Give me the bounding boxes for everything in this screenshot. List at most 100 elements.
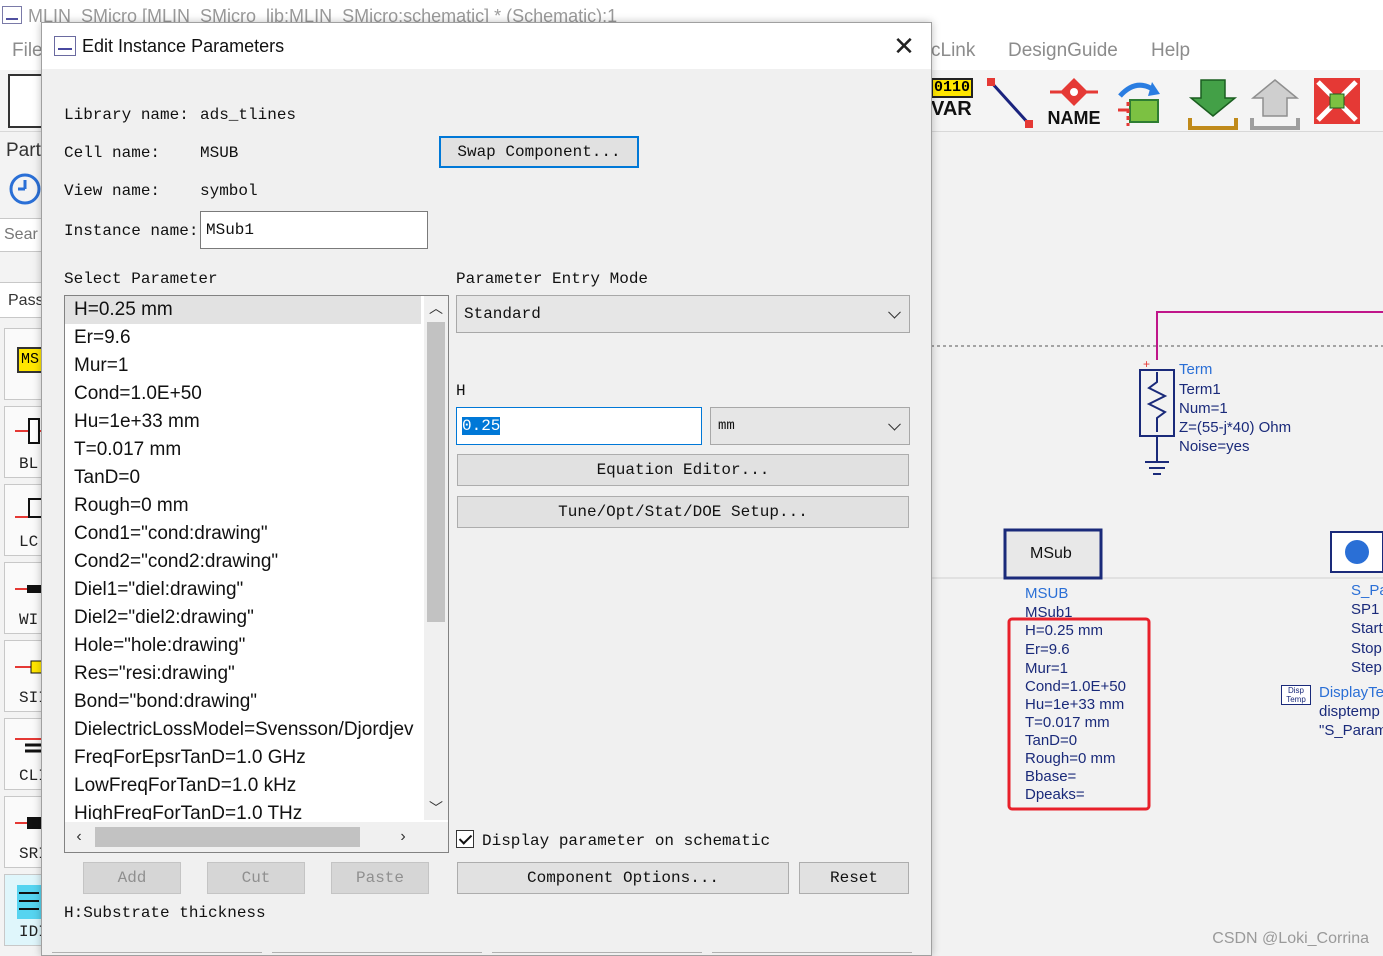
bl-palette-label: BL <box>19 455 39 473</box>
parameter-list[interactable]: H=0.25 mm Er=9.6 Mur=1 Cond=1.0E+50 Hu=1… <box>64 295 449 853</box>
cut-button[interactable]: Cut <box>207 862 305 894</box>
parameter-item[interactable]: Diel1="diel:drawing" <box>65 576 421 604</box>
term-impedance: Z=(55-j*40) Ohm <box>1179 419 1292 436</box>
parts-label: Part <box>6 140 41 161</box>
scroll-left-icon[interactable]: ‹ <box>67 822 91 852</box>
parameter-item[interactable]: HighFreqForTanD=1.0 THz <box>65 800 421 820</box>
bottom-button-edge <box>712 952 912 956</box>
msub-param: Dpeaks= <box>1025 786 1085 803</box>
palette-item-bl[interactable]: BL <box>4 406 45 478</box>
swap-component-button[interactable]: Swap Component... <box>439 136 639 168</box>
parameter-item[interactable]: Hole="hole:drawing" <box>65 632 421 660</box>
deactivate-icon[interactable] <box>1312 76 1362 128</box>
term-name: Term1 <box>1179 381 1221 398</box>
palette-item-wi[interactable]: WI <box>4 562 45 634</box>
pop-out-hierarchy-icon[interactable] <box>1248 76 1302 132</box>
parameter-item[interactable]: Er=9.6 <box>65 324 421 352</box>
msub-param: Hu=1e+33 mm <box>1025 696 1125 713</box>
parameter-item[interactable]: Res="resi:drawing" <box>65 660 421 688</box>
parameter-item[interactable]: T=0.017 mm <box>65 436 421 464</box>
new-document-icon[interactable] <box>8 74 42 128</box>
history-icon[interactable] <box>8 172 42 206</box>
msub-param: Er=9.6 <box>1025 641 1070 658</box>
parameter-item[interactable]: Rough=0 mm <box>65 492 421 520</box>
bottom-button-edge <box>52 952 262 956</box>
parameter-item[interactable]: Bond="bond:drawing" <box>65 688 421 716</box>
msub-param: Rough=0 mm <box>1025 750 1116 767</box>
menu-help[interactable]: Help <box>1151 40 1190 62</box>
parameter-item[interactable]: Mur=1 <box>65 352 421 380</box>
menu-designguide[interactable]: DesignGuide <box>1008 40 1118 62</box>
chevron-down-icon <box>888 305 901 319</box>
palette-item-msub[interactable]: MS <box>4 328 47 400</box>
add-button[interactable]: Add <box>83 862 181 894</box>
menu-file[interactable]: File <box>12 40 43 62</box>
parameter-list-vertical-scrollbar[interactable]: ︿ ﹀ <box>424 296 448 820</box>
parameter-item[interactable]: Cond2="cond2:drawing" <box>65 548 421 576</box>
select-parameter-label: Select Parameter <box>64 270 218 288</box>
instance-name-label: Instance name: <box>64 222 199 240</box>
parameter-item[interactable]: LowFreqForTanD=1.0 kHz <box>65 772 421 800</box>
sp-param: Stop <box>1351 640 1382 657</box>
var-eqn-icon[interactable]: 0110 VAR <box>931 78 973 128</box>
display-on-schematic-label: Display parameter on schematic <box>482 832 771 850</box>
paste-button[interactable]: Paste <box>331 862 429 894</box>
parameter-item[interactable]: Diel2="diel2:drawing" <box>65 604 421 632</box>
palette-item-cli[interactable]: CLI <box>4 718 48 790</box>
parameter-value-text: 0.25 <box>462 417 501 435</box>
parameter-item[interactable]: H=0.25 mm <box>65 296 421 324</box>
vertical-scroll-thumb[interactable] <box>427 322 445 622</box>
parameter-description: H:Substrate thickness <box>64 904 266 922</box>
parameter-entry-mode-select[interactable]: Standard <box>456 295 910 333</box>
close-icon[interactable]: ✕ <box>891 33 917 59</box>
port-icon[interactable] <box>1112 76 1162 132</box>
parameter-item[interactable]: DielectricLossModel=Svensson/Djordjev <box>65 716 421 744</box>
chevron-down-icon <box>888 417 901 431</box>
scroll-up-icon[interactable]: ︿ <box>424 296 448 320</box>
scroll-right-icon[interactable]: › <box>391 822 415 852</box>
unit-select[interactable]: mm <box>710 407 910 445</box>
parameter-list-horizontal-scrollbar[interactable]: ‹ › <box>65 822 448 852</box>
unit-value: mm <box>718 418 735 434</box>
palette-item-sri[interactable]: SRI <box>4 796 48 868</box>
parameter-item[interactable]: Hu=1e+33 mm <box>65 408 421 436</box>
library-name-label: Library name: <box>64 106 189 124</box>
disp-type: DisplayTe <box>1319 684 1383 701</box>
entry-mode-value: Standard <box>464 305 541 323</box>
parts-search-input[interactable]: Sear <box>0 218 42 252</box>
parameter-item[interactable]: Cond=1.0E+50 <box>65 380 421 408</box>
instance-name-input[interactable] <box>200 211 428 249</box>
parameter-item[interactable]: FreqForEpsrTanD=1.0 GHz <box>65 744 421 772</box>
cell-name-label: Cell name: <box>64 144 161 162</box>
cell-name-value: MSUB <box>200 144 239 162</box>
sp-param: Start <box>1351 620 1383 637</box>
palette-item-sii[interactable]: SII <box>4 640 48 712</box>
display-on-schematic-checkbox[interactable] <box>456 830 474 848</box>
name-icon[interactable]: NAME <box>1046 76 1102 132</box>
component-options-button[interactable]: Component Options... <box>457 862 789 894</box>
tune-opt-setup-button[interactable]: Tune/Opt/Stat/DOE Setup... <box>457 496 909 528</box>
equation-editor-button[interactable]: Equation Editor... <box>457 454 909 486</box>
parameter-value-input[interactable]: 0.25 <box>456 407 702 445</box>
msub-component-box[interactable]: MSub <box>1030 545 1072 563</box>
watermark: CSDN @Loki_Corrina <box>1212 930 1369 947</box>
parameter-item[interactable]: Cond1="cond:drawing" <box>65 520 421 548</box>
horizontal-scroll-thumb[interactable] <box>95 827 360 847</box>
palette-item-idi[interactable]: IDI <box>4 874 48 946</box>
palette-selector[interactable]: Pass <box>0 282 44 318</box>
reset-button[interactable]: Reset <box>799 862 909 894</box>
msub-param: H=0.25 mm <box>1025 622 1103 639</box>
msub-param: T=0.017 mm <box>1025 714 1110 731</box>
var-label: VAR <box>931 98 972 120</box>
schematic-canvas[interactable]: + Term Term1 Num=1 Z=(55-j*40) Ohm Noise… <box>931 132 1383 956</box>
scroll-down-icon[interactable]: ﹀ <box>424 796 448 820</box>
menu-clink[interactable]: cLink <box>931 40 975 62</box>
term-type: Term <box>1179 361 1213 378</box>
parameter-item[interactable]: TanD=0 <box>65 464 421 492</box>
palette-item-lc[interactable]: LC <box>4 484 45 556</box>
display-template-icon[interactable]: Disp Temp <box>1281 685 1311 705</box>
bottom-button-edge <box>272 952 482 956</box>
wire-icon[interactable] <box>985 76 1037 132</box>
msub-name: MSub1 <box>1025 604 1073 621</box>
push-into-hierarchy-icon[interactable] <box>1186 76 1240 132</box>
